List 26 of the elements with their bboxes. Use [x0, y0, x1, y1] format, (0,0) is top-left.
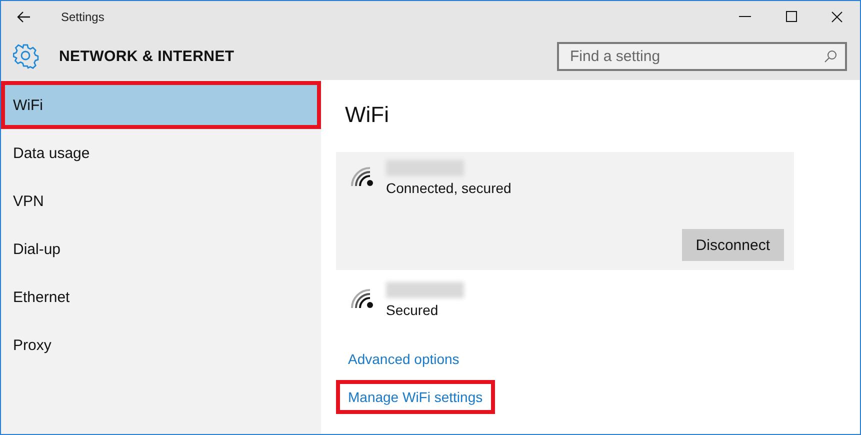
search-icon [824, 50, 837, 62]
window-title: Settings [61, 10, 106, 24]
sidebar-item[interactable]: WiFi [1, 81, 321, 129]
sidebar-item[interactable]: VPN [1, 177, 321, 225]
sidebar-item[interactable]: Data usage [1, 129, 321, 177]
maximize-icon [786, 11, 796, 22]
page-heading: WiFi [345, 102, 390, 129]
close-icon [831, 10, 843, 22]
network-status: Connected, secured [386, 180, 512, 196]
settings-link[interactable]: Manage WiFi settings [348, 388, 483, 406]
search-box[interactable]: Find a setting [557, 42, 847, 70]
network-item[interactable]: Secured [336, 274, 794, 326]
sidebar-item[interactable]: Proxy [1, 321, 321, 369]
disconnect-button[interactable]: Disconnect [682, 229, 784, 261]
settings-link[interactable]: Advanced options [348, 350, 460, 368]
network-item[interactable]: Connected, secured Disconnect [336, 152, 794, 270]
wifi-icon [350, 288, 376, 310]
sidebar-item[interactable]: Ethernet [1, 273, 321, 321]
network-status: Secured [386, 302, 440, 318]
wifi-icon [350, 166, 376, 188]
back-arrow-icon [17, 10, 31, 22]
minimize-icon [739, 16, 751, 17]
search-field[interactable]: Find a setting [568, 46, 824, 66]
gear-icon [13, 43, 39, 69]
section-title: NETWORK & INTERNET [59, 48, 236, 64]
sidebar-item[interactable]: Dial-up [1, 225, 321, 273]
